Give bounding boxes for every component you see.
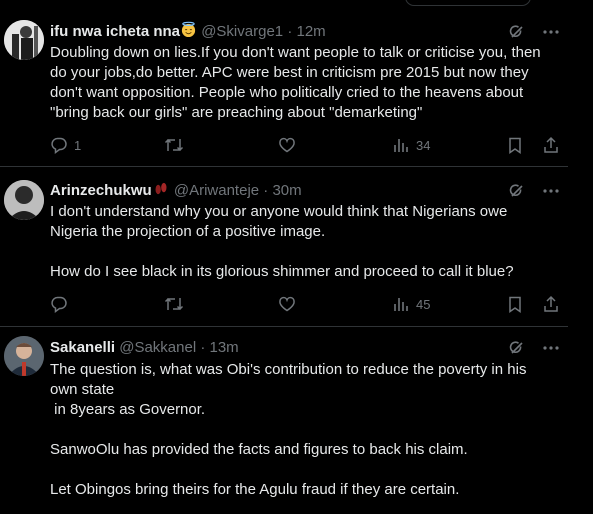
retweet-icon bbox=[164, 295, 184, 313]
reply-count: 1 bbox=[74, 137, 82, 153]
grok-icon[interactable] bbox=[508, 182, 526, 200]
views-count: 34 bbox=[416, 137, 431, 153]
retweet-icon bbox=[164, 136, 184, 154]
timestamp[interactable]: 12m bbox=[296, 23, 325, 40]
views-icon bbox=[392, 295, 410, 313]
tweet-text: The question is, what was Obi's contribu… bbox=[50, 361, 527, 498]
separator-dot: · bbox=[263, 182, 269, 199]
smiling-halo-emoji-icon bbox=[180, 21, 197, 38]
timestamp[interactable]: 13m bbox=[210, 339, 239, 356]
separator-dot: · bbox=[200, 339, 206, 356]
heart-icon bbox=[278, 295, 296, 313]
retweet-button[interactable] bbox=[164, 136, 204, 154]
views-count: 45 bbox=[416, 296, 431, 312]
more-icon[interactable] bbox=[542, 182, 560, 200]
heart-icon bbox=[278, 136, 296, 154]
retweet-button[interactable] bbox=[164, 295, 204, 313]
author-name[interactable]: ifu nwa icheta nna bbox=[50, 23, 180, 40]
avatar[interactable] bbox=[4, 180, 44, 220]
timestamp[interactable]: 30m bbox=[272, 182, 301, 199]
tweet-1[interactable]: ifu nwa icheta nna @Skivarge1 · 12m Doub… bbox=[0, 0, 568, 167]
more-icon[interactable] bbox=[542, 339, 560, 357]
reply-button[interactable]: 1 bbox=[50, 136, 90, 154]
author-name[interactable]: Arinzechukwu bbox=[50, 182, 152, 199]
bookmark-icon[interactable] bbox=[506, 295, 524, 313]
avatar[interactable] bbox=[4, 20, 44, 60]
share-icon[interactable] bbox=[542, 295, 560, 313]
author-handle[interactable]: @Ariwanteje bbox=[174, 182, 259, 199]
like-button[interactable] bbox=[278, 136, 318, 154]
tweet-3[interactable]: Sakanelli @Sakkanel · 13m The question i… bbox=[0, 326, 568, 514]
author-handle[interactable]: @Skivarge1 bbox=[201, 23, 283, 40]
reply-button[interactable] bbox=[50, 295, 90, 313]
like-button[interactable] bbox=[278, 295, 318, 313]
views-button[interactable]: 45 bbox=[392, 295, 432, 313]
views-icon bbox=[392, 136, 410, 154]
author-name[interactable]: Sakanelli bbox=[50, 339, 115, 356]
grok-icon[interactable] bbox=[508, 339, 526, 357]
grok-icon[interactable] bbox=[508, 23, 526, 41]
avatar[interactable] bbox=[4, 336, 44, 376]
reply-icon bbox=[50, 136, 68, 154]
reply-icon bbox=[50, 295, 68, 313]
tweet-text: I don't understand why you or anyone wou… bbox=[50, 203, 514, 280]
separator-dot: · bbox=[287, 23, 293, 40]
more-icon[interactable] bbox=[542, 23, 560, 41]
footprints-emoji-icon bbox=[152, 180, 170, 197]
bookmark-icon[interactable] bbox=[506, 136, 524, 154]
author-handle[interactable]: @Sakkanel bbox=[119, 339, 196, 356]
tweet-text: Doubling down on lies.If you don't want … bbox=[50, 44, 545, 121]
tweet-2[interactable]: Arinzechukwu @Ariwanteje · 30m I don't u… bbox=[0, 166, 568, 327]
views-button[interactable]: 34 bbox=[392, 136, 432, 154]
share-icon[interactable] bbox=[542, 136, 560, 154]
